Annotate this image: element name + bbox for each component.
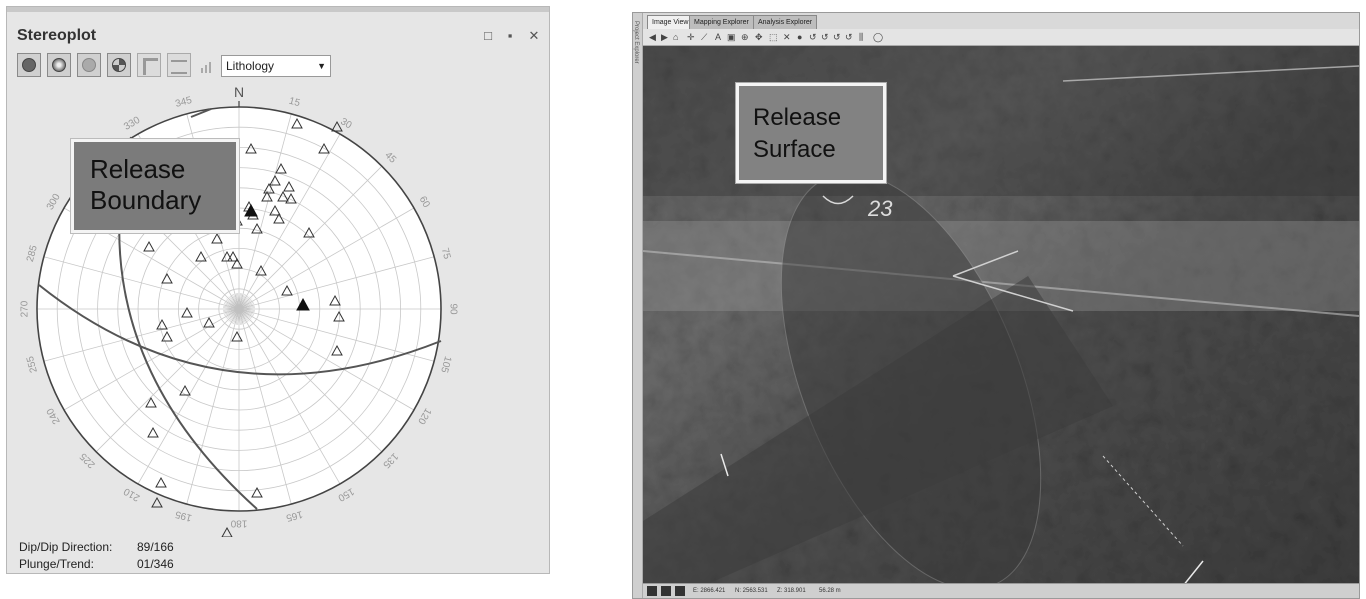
poles-icon [22,58,36,72]
azimuth-label: 345 [174,95,193,110]
pin-window-icon[interactable]: ▪ [503,28,517,43]
tab-mapping-explorer[interactable]: Mapping Explorer [689,15,754,29]
release-surface-callout: Release Surface [736,83,886,183]
azimuth-label: 150 [336,485,356,503]
forward-icon[interactable]: ▶ [661,29,668,45]
release-boundary-callout: Release Boundary [71,139,239,233]
density-button[interactable] [77,53,101,77]
callout-line-1: Release [90,154,186,184]
distance-readout: 56.28 m [819,588,841,594]
azimuth-label: 105 [438,355,453,374]
azimuth-label: 165 [284,508,303,523]
contours-button[interactable] [47,53,71,77]
easting-readout: E: 2866.421 [693,588,726,594]
stereoplot-panel: Stereoplot □ ▪ ✕ Lithology ▼ N 15 30 45 60 75… [6,6,550,574]
status-bar: E: 2866.421 N: 2563.531 Z: 318.901 56.28… [643,583,1359,598]
azimuth-label: 90 [447,303,458,315]
azimuth-label: 285 [25,244,40,263]
azimuth-label: 75 [439,247,453,261]
home-icon[interactable]: ⌂ [673,29,678,45]
restore-window-icon[interactable]: □ [481,28,495,43]
azimuth-label: 45 [382,150,398,166]
north-label: N [234,84,244,100]
northing-readout: N: 2563.531 [735,588,768,594]
density-icon [82,58,96,72]
chevron-down-icon: ▼ [317,61,326,71]
dip-label: Dip/Dip Direction: [19,540,113,554]
zoom-icon[interactable]: ⊕ [741,29,749,45]
measure-icon[interactable]: ⟋ [701,29,707,45]
status-icon-3[interactable] [675,586,685,596]
azimuth-label: 195 [174,508,193,523]
status-icon-1[interactable] [647,586,657,596]
azimuth-label: 60 [417,195,432,211]
planar-button[interactable] [167,53,191,77]
azimuth-label: 240 [45,406,63,426]
rosette-icon [112,58,126,72]
plunge-label: Plunge/Trend: [19,557,94,571]
callout-line-1: Release [753,104,842,131]
azimuth-label: 270 [20,300,31,317]
elevation-readout: Z: 318.901 [777,588,806,594]
select-icon[interactable]: ⬚ [769,29,778,45]
azimuth-label: 15 [288,96,302,110]
tab-analysis-explorer[interactable]: Analysis Explorer [753,15,818,29]
point-icon[interactable]: ● [797,29,802,45]
project-explorer-strip[interactable]: Project Explorer [633,13,643,598]
rotate-2-icon[interactable]: ↺ [821,29,829,45]
azimuth-label: 120 [415,406,433,426]
contours-icon [52,58,66,72]
orientation-readout: Dip/Dip Direction: 89/166 Plunge/Trend: 01… [19,539,174,573]
azimuth-label: 180 [230,517,247,528]
rotate-4-icon[interactable]: ↺ [845,29,853,45]
poles-button[interactable] [17,53,41,77]
planar-icon [171,60,187,74]
plunge-value: 01/346 [137,557,174,571]
tab-image-view[interactable]: Image View [647,15,694,29]
back-icon[interactable]: ◀ [649,29,656,45]
azimuth-label: 330 [122,115,142,133]
project-explorer-label: Project Explorer [633,21,639,64]
pole-marker [221,526,233,537]
status-icon-2[interactable] [661,586,671,596]
callout-line-2: Surface [753,136,836,163]
pan-icon[interactable]: ✥ [755,29,763,45]
azimuth-label: 210 [122,485,142,503]
histogram-icon[interactable] [201,61,213,73]
azimuth-label: 225 [78,450,98,470]
lithology-select-value: Lithology [226,59,275,73]
photo-marker-number: 23 [867,196,893,221]
image-icon[interactable]: ▣ [727,29,736,45]
panel-top-border [7,7,549,12]
cursor-icon[interactable]: ✛ [687,29,695,45]
delete-icon[interactable]: ✕ [783,29,791,45]
split-icon[interactable]: ⫼ [859,29,863,45]
dip-readout-row: Dip/Dip Direction: 89/166 [19,539,174,556]
pole-marker [151,496,163,508]
plunge-readout-row: Plunge/Trend: 01/346 [19,556,174,573]
callout-line-2: Boundary [90,185,202,215]
azimuth-label: 135 [380,450,400,470]
rosette-button[interactable] [107,53,131,77]
image-view-toolbar: ◀ ▶ ⌂ ✛ ⟋ A ▣ ⊕ ✥ ⬚ ✕ ● ↺ ↺ ↺ ↺ ⫼ ◯ [643,29,1359,46]
azimuth-label: 255 [25,354,40,373]
text-icon[interactable]: A [715,29,721,45]
dip-value: 89/166 [137,540,174,554]
azimuth-label: 300 [45,192,63,212]
rotate-3-icon[interactable]: ↺ [833,29,841,45]
stereoplot-title: Stereoplot [17,27,97,44]
close-window-icon[interactable]: ✕ [527,28,541,44]
image-view-window: Project Explorer Image View Mapping Expl… [632,12,1360,599]
wedge-button[interactable] [137,53,161,77]
globe-icon[interactable]: ◯ [873,29,883,45]
rotate-1-icon[interactable]: ↺ [809,29,817,45]
lithology-select[interactable]: Lithology ▼ [221,55,331,77]
wedge-icon [143,58,158,75]
